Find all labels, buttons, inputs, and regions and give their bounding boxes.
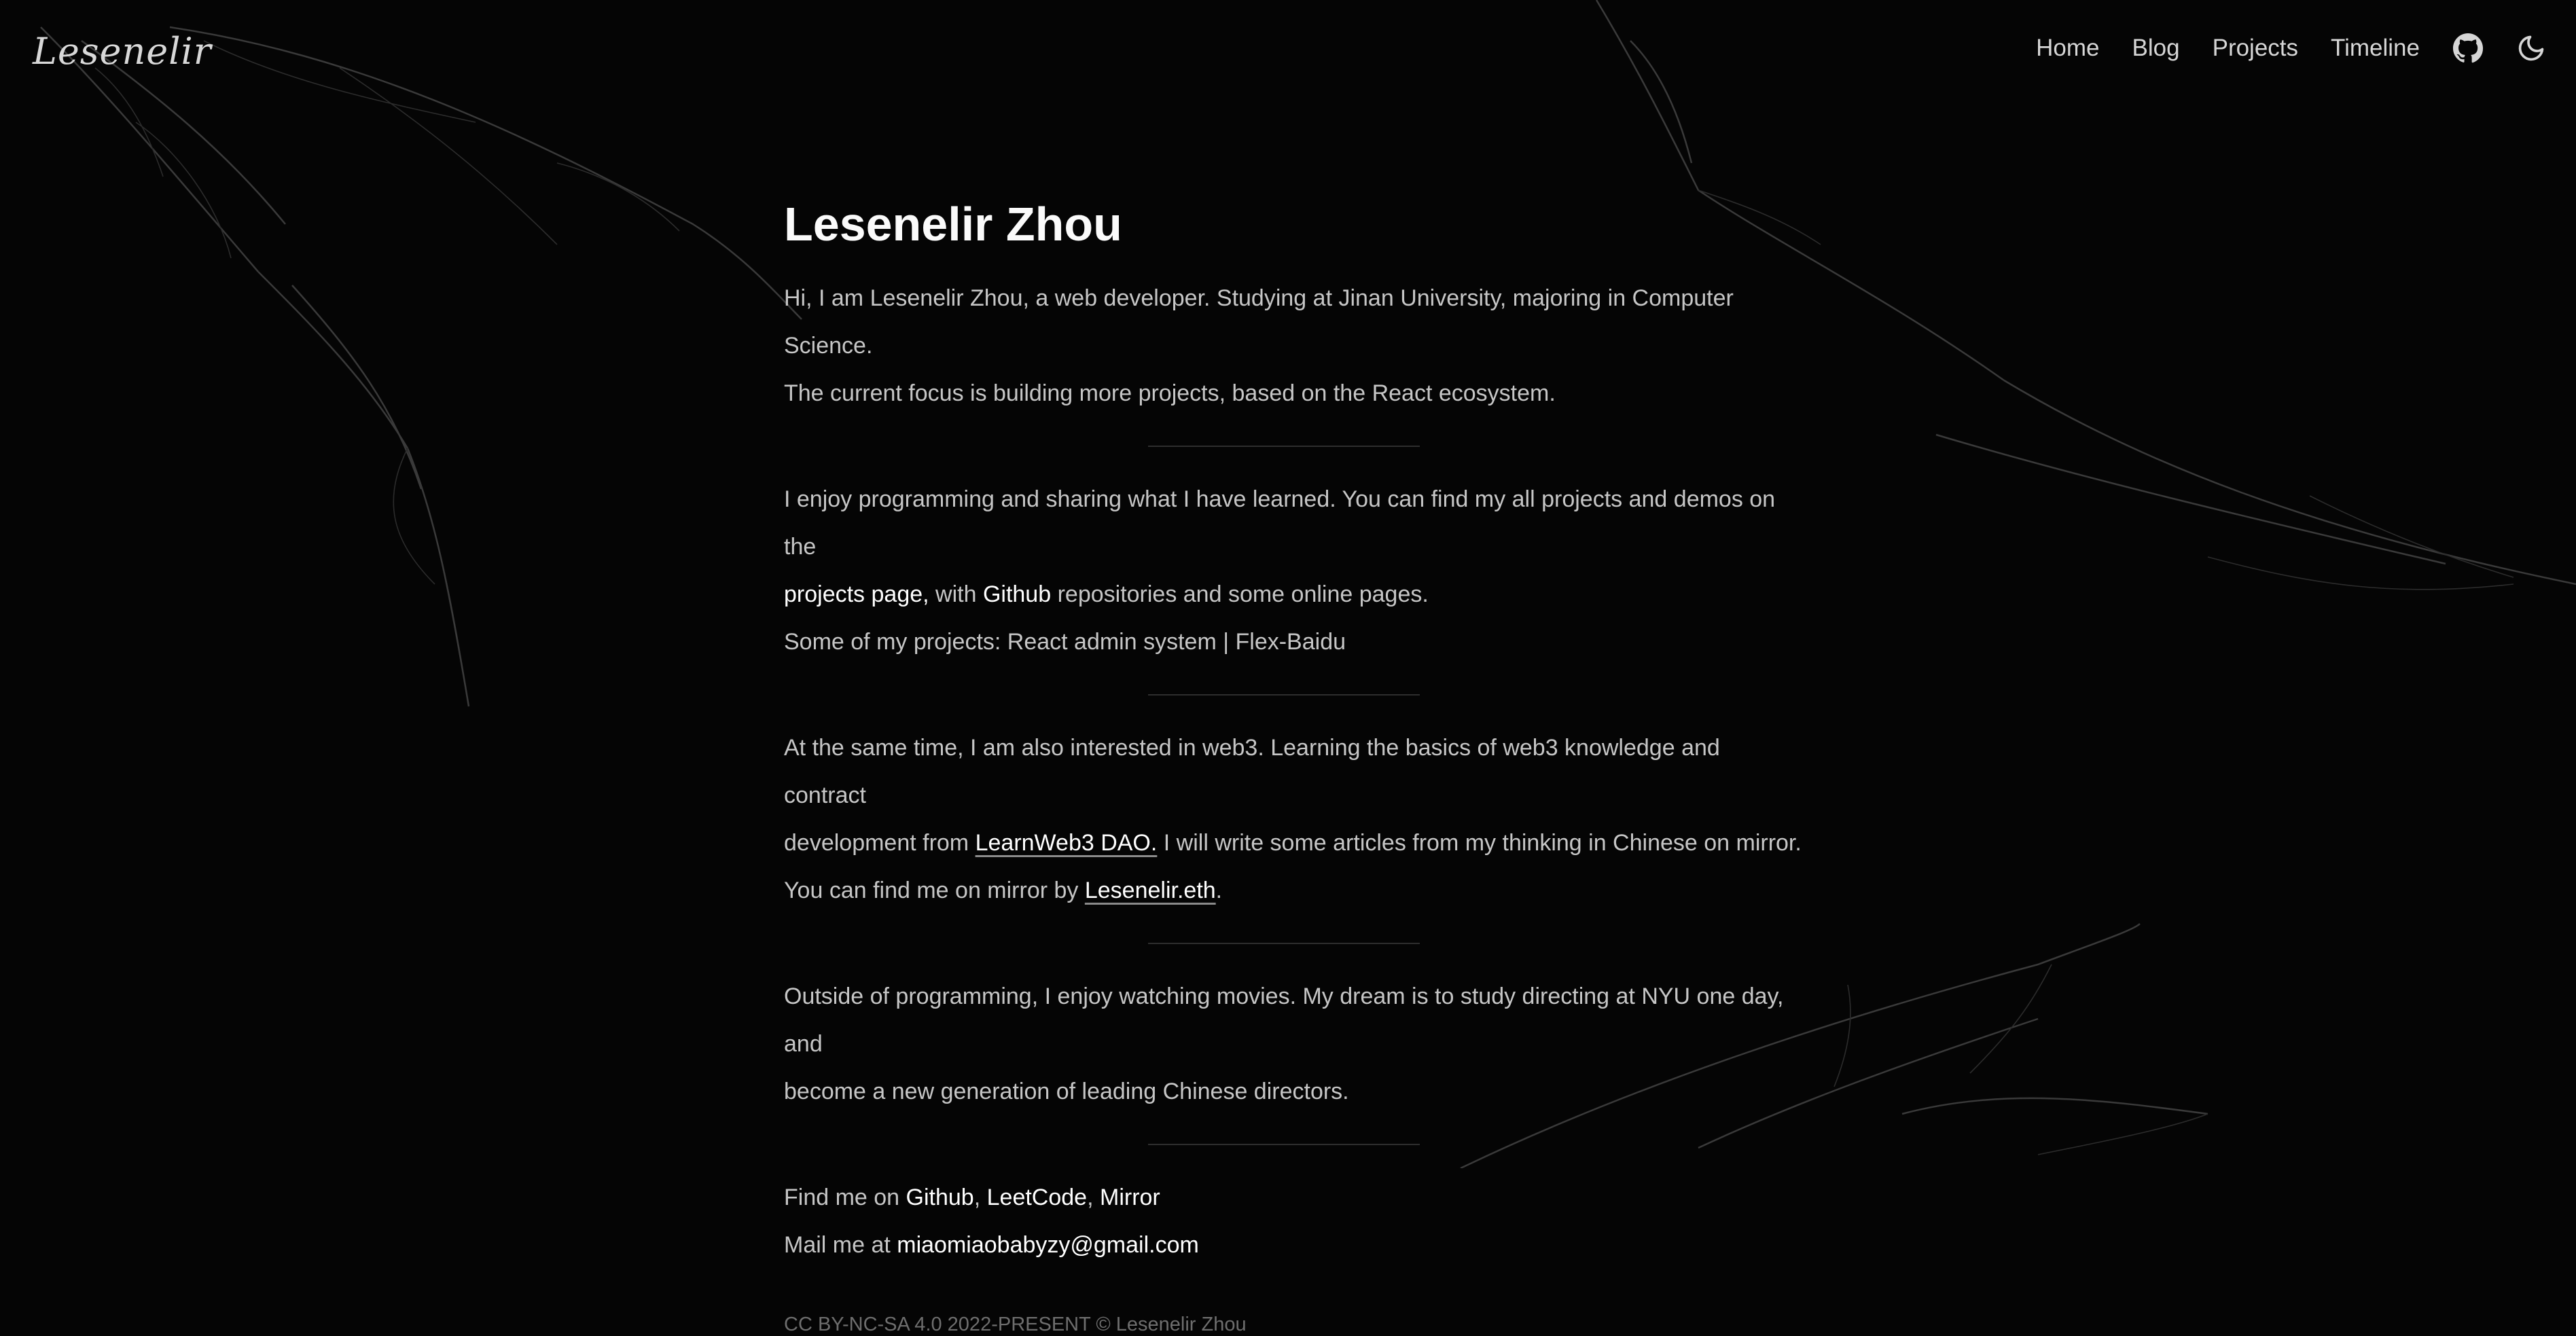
projects-line-3: Some of my projects: React admin system … [784,629,1346,655]
contact-leetcode-link[interactable]: LeetCode [987,1185,1087,1210]
moon-icon[interactable] [2516,33,2546,63]
web3-line-2: development from LearnWeb3 DAO. I will w… [784,819,1803,867]
nav-timeline[interactable]: Timeline [2331,35,2420,62]
mail-text: Mail me at [784,1232,897,1258]
divider [1148,1144,1420,1145]
github-repos-link[interactable]: Github [983,581,1051,607]
nav-home[interactable]: Home [2036,35,2099,62]
projects-line-2: projects page, with Github repositories … [784,571,1803,618]
web3-line-3: You can find me on mirror by Lesenelir.e… [784,867,1803,914]
email-link[interactable]: miaomiaobabyzy@gmail.com [897,1232,1199,1258]
web3-by-text: You can find me on mirror by [784,878,1085,903]
comma-1: , [973,1185,987,1210]
divider [1148,446,1420,447]
page-title: Lesenelir Zhou [784,198,1122,251]
mail-line: Mail me at miaomiaobabyzy@gmail.com [784,1221,1803,1269]
divider [1148,943,1420,944]
web3-period: . [1215,878,1223,903]
github-icon[interactable] [2452,33,2484,64]
projects-tail-text: repositories and some online pages. [1051,581,1429,607]
movies-line-1: Outside of programming, I enjoy watching… [784,983,1784,1057]
find-me-text: Find me on [784,1185,906,1210]
movies-line-2: become a new generation of leading Chine… [784,1079,1349,1104]
main-content: Lesenelir Zhou Hi, I am Lesenelir Zhou, … [784,197,1803,1336]
contact-mirror-link[interactable]: Mirror [1100,1185,1160,1210]
site-logo[interactable]: Lesenelir [33,30,212,73]
intro-line-2: The current focus is building more proje… [784,380,1556,406]
lesenelir-eth-link[interactable]: Lesenelir.eth [1085,878,1216,903]
web3-line-1: At the same time, I am also interested i… [784,735,1720,808]
contact-github-link[interactable]: Github [906,1185,974,1210]
nav-projects[interactable]: Projects [2213,35,2298,62]
comma-2: , [1087,1185,1100,1210]
projects-line-1: I enjoy programming and sharing what I h… [784,486,1776,560]
web3-from-text: development from [784,830,976,856]
find-me-line: Find me on Github, LeetCode, Mirror [784,1174,1803,1221]
site-header: Lesenelir Home Blog Projects Timeline [0,0,2576,102]
divider [1148,694,1420,696]
projects-with-text: with [929,581,983,607]
intro-line-1: Hi, I am Lesenelir Zhou, a web developer… [784,285,1734,359]
projects-page-link[interactable]: projects page, [784,581,929,607]
footer-copyright: CC BY-NC-SA 4.0 2022-PRESENT © Lesenelir… [784,1314,1247,1335]
web3-mid-text: I will write some articles from my think… [1157,830,1802,856]
learnweb3-link[interactable]: LearnWeb3 DAO. [976,830,1158,856]
nav-blog[interactable]: Blog [2132,35,2180,62]
main-nav: Home Blog Projects Timeline [2003,33,2546,64]
